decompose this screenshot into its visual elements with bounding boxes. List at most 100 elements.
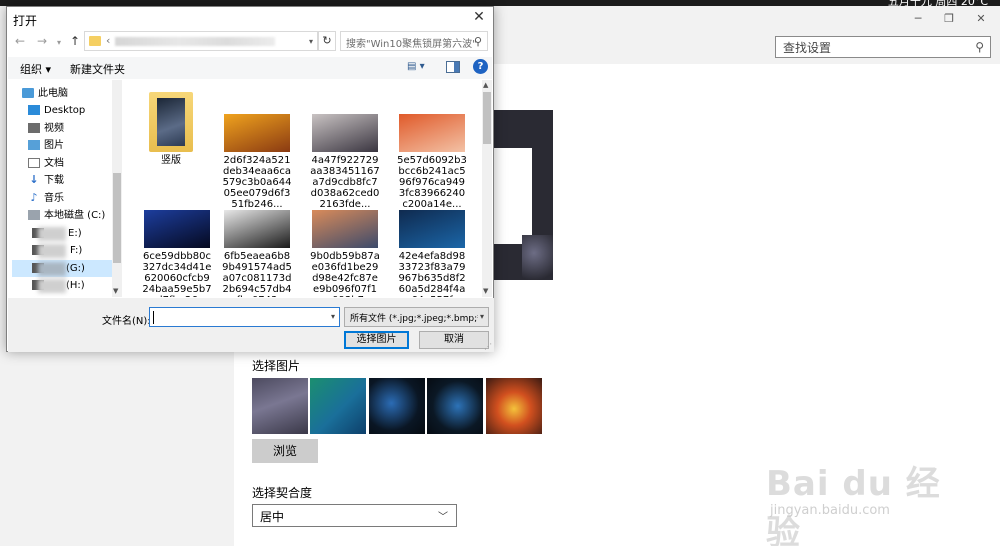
tree-item-desktop[interactable]: Desktop	[28, 102, 122, 119]
search-icon: ⚲	[473, 35, 482, 48]
tree-item-this-pc[interactable]: 此电脑	[22, 85, 122, 102]
cancel-button[interactable]: 取消	[419, 331, 489, 349]
filetype-select[interactable]: 所有文件 (*.jpg;*.jpeg;*.bmp;*. ▾	[344, 307, 489, 327]
background-preview	[492, 110, 553, 280]
tree-item-documents[interactable]: 文档	[28, 155, 122, 172]
change-view-icon[interactable]: ▤ ▾	[407, 61, 429, 75]
filename-input[interactable]: ▾	[149, 307, 340, 327]
music-icon: ♪	[30, 191, 38, 204]
tree-item-local-disk-c[interactable]: 本地磁盘 (C:)	[28, 207, 122, 224]
folder-item[interactable]: 竖版	[130, 92, 212, 166]
tree-scrollbar[interactable]: ▼	[112, 80, 122, 297]
dialog-title: 打开	[13, 14, 38, 28]
fit-select[interactable]: 居中 ﹀	[252, 504, 457, 527]
fit-label: 选择契合度	[252, 486, 313, 500]
picture-thumbnail-2[interactable]	[310, 378, 366, 434]
image-thumbnail	[312, 210, 378, 248]
preview-pane-icon[interactable]	[446, 61, 460, 73]
tree-item-label: Desktop	[44, 105, 86, 116]
baidu-watermark: Bai du 经验 jingyan.baidu.com	[766, 456, 956, 546]
chevron-down-icon: ▾	[477, 312, 484, 321]
tree-item-label: 本地磁盘 (C:)	[44, 210, 106, 221]
redacted-drive-name	[38, 279, 66, 293]
file-list: 竖版 2d6f324a521deb34eaa6ca579c3b0a64405ee…	[124, 80, 492, 297]
tree-item-label: 文档	[44, 158, 64, 169]
image-file-item[interactable]: 4a47f922729aa383451167a7d9cdb8fc7d038a62…	[304, 114, 386, 210]
desktop-icon	[28, 105, 40, 115]
tree-item-videos[interactable]: 视频	[28, 120, 122, 137]
image-file-item[interactable]: 6ce59dbb80c327dc34d41e620060cfcb924baa59…	[136, 210, 218, 297]
dialog-search-placeholder: 搜索"Win10聚焦锁屏第六波"	[346, 39, 477, 50]
resize-grip-icon[interactable]: ⋰	[484, 342, 492, 351]
settings-search-placeholder: 查找设置	[783, 41, 832, 55]
pictures-icon	[28, 140, 40, 150]
chevron-down-icon: ﹀	[438, 512, 448, 523]
preview-glow	[522, 235, 553, 280]
folder-icon	[149, 92, 193, 152]
redacted-drive-name	[38, 227, 66, 241]
image-thumbnail	[399, 210, 465, 248]
select-picture-button[interactable]: 选择图片	[344, 331, 409, 349]
tree-item-pictures[interactable]: 图片	[28, 137, 122, 154]
dialog-search-input[interactable]: 搜索"Win10聚焦锁屏第六波" ⚲	[340, 31, 488, 51]
new-folder-button[interactable]: 新建文件夹	[70, 61, 125, 77]
image-file-item[interactable]: 9b0db59b87ae036fd1be29d98e42fc87ee9b096f…	[304, 210, 386, 297]
scroll-down-arrow-icon[interactable]: ▼	[483, 287, 488, 295]
scroll-up-arrow-icon[interactable]: ▲	[483, 81, 488, 89]
tree-item-downloads[interactable]: ↓ 下载	[28, 172, 122, 189]
image-thumbnail	[224, 114, 290, 152]
image-thumbnail	[224, 210, 290, 248]
file-list-scrollbar-thumb[interactable]	[483, 92, 491, 144]
up-arrow-icon[interactable]: ↑	[70, 34, 80, 48]
dialog-close-button[interactable]: ✕	[471, 9, 487, 25]
watermark-brand: Bai du 经验	[766, 464, 941, 546]
disk-icon	[28, 210, 40, 220]
dialog-bottom-bar: 文件名(N): ▾ 所有文件 (*.jpg;*.jpeg;*.bmp;*. ▾ …	[8, 298, 494, 352]
settings-search-input[interactable]: 查找设置 ⚲	[775, 36, 991, 58]
picture-thumbnail-5[interactable]	[486, 378, 542, 434]
image-file-item[interactable]: 6fb5eaea6b89b491574ad5a07c081173d2b694c5…	[216, 210, 298, 297]
recent-locations-chevron-icon[interactable]: ▾	[57, 38, 61, 47]
close-button[interactable]: ✕	[968, 12, 994, 26]
image-thumbnail	[399, 114, 465, 152]
restore-button[interactable]: ❐	[936, 12, 962, 26]
tree-item-music[interactable]: ♪ 音乐	[28, 190, 122, 207]
open-file-dialog: 打开 ✕ ← → ▾ ↑ ‹ ▾ ↻ 搜索"Win10聚焦锁屏第六波" ⚲ 组织…	[6, 6, 494, 352]
refresh-button[interactable]: ↻	[318, 31, 336, 51]
file-name: 2d6f324a521deb34eaa6ca579c3b0a64405ee079…	[222, 155, 292, 210]
tree-item-label: 音乐	[44, 193, 64, 204]
forward-arrow-icon[interactable]: →	[37, 34, 47, 48]
folder-icon	[89, 36, 101, 46]
tree-item-label: 视频	[44, 123, 64, 134]
minimize-button[interactable]: ─	[905, 12, 931, 26]
tree-scrollbar-thumb[interactable]	[113, 173, 121, 263]
scroll-down-arrow-icon[interactable]: ▼	[113, 287, 118, 295]
help-icon[interactable]: ?	[473, 59, 488, 74]
choose-picture-label: 选择图片	[252, 359, 301, 373]
redacted-drive-name	[38, 244, 66, 258]
chevron-down-icon[interactable]: ▾	[331, 312, 335, 321]
search-icon: ⚲	[975, 40, 984, 54]
browse-button[interactable]: 浏览	[252, 439, 318, 463]
file-name: 4a47f922729aa383451167a7d9cdb8fc7d038a62…	[310, 155, 380, 210]
tree-item-label: 图片	[44, 140, 64, 151]
image-file-item[interactable]: 5e57d6092b3bcc6b241ac596f976ca9493fc8396…	[391, 114, 473, 210]
chevron-down-icon[interactable]: ▾	[309, 37, 313, 46]
image-file-item[interactable]: 2d6f324a521deb34eaa6ca579c3b0a64405ee079…	[216, 114, 298, 210]
text-caret	[153, 311, 154, 324]
image-thumbnail	[312, 114, 378, 152]
back-arrow-icon[interactable]: ←	[15, 34, 25, 48]
image-thumbnail	[144, 210, 210, 248]
picture-thumbnail-3[interactable]	[369, 378, 425, 434]
address-bar[interactable]: ‹ ▾	[84, 31, 318, 51]
dialog-toolbar: 组织 ▾ 新建文件夹 ▤ ▾ ?	[8, 57, 492, 79]
preview-window-frame	[492, 148, 532, 244]
organize-menu[interactable]: 组织 ▾	[20, 61, 51, 77]
picture-thumbnail-4[interactable]	[427, 378, 483, 434]
picture-thumbnail-1[interactable]	[252, 378, 308, 434]
file-name: 6ce59dbb80c327dc34d41e620060cfcb924baa59…	[142, 251, 212, 297]
file-list-scrollbar[interactable]: ▲ ▼	[482, 80, 492, 297]
redacted-path	[115, 37, 275, 46]
file-name: 竖版	[161, 155, 181, 166]
image-file-item[interactable]: 42e4efa8d9833723f83a79967b635d8f260a5d28…	[391, 210, 473, 297]
